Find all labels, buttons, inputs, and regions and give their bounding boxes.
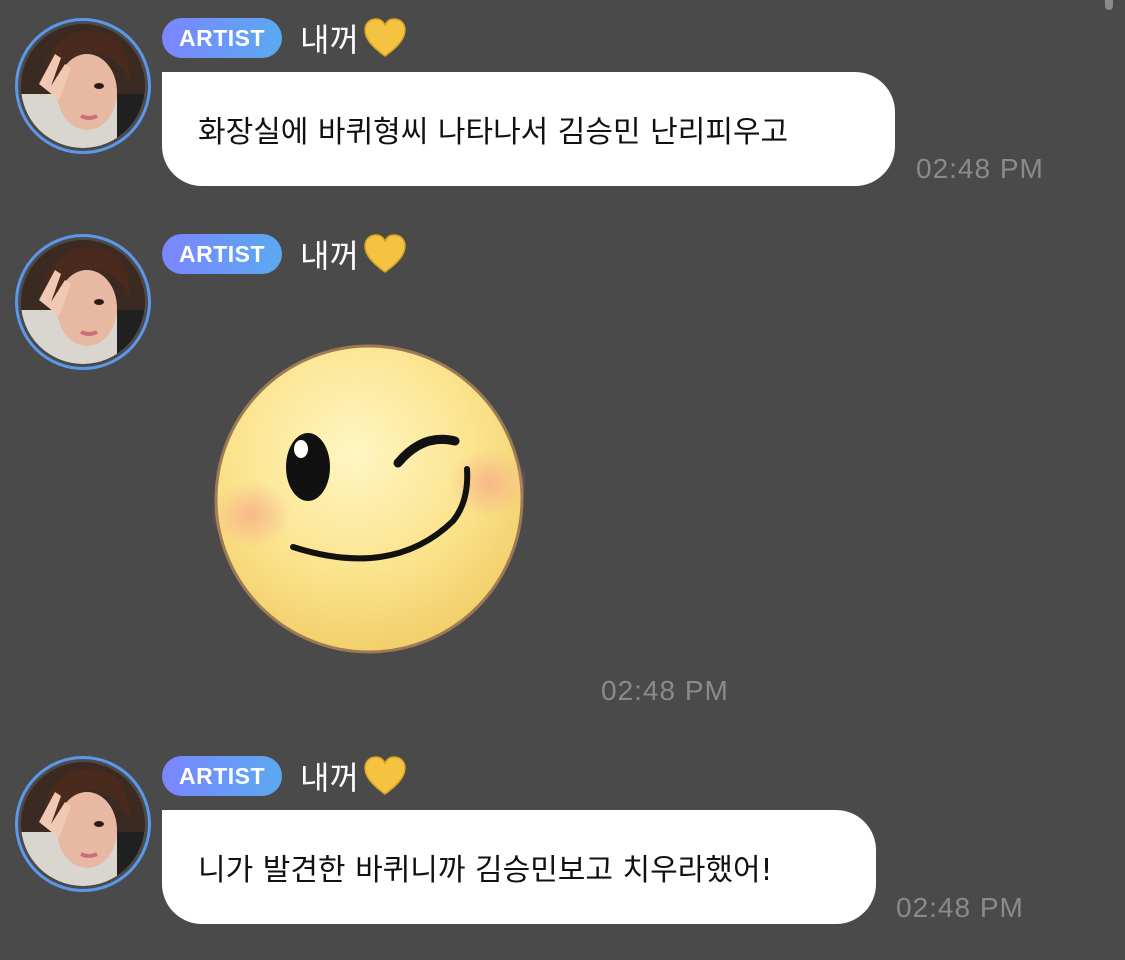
message-text: 니가 발견한 바퀴니까 김승민보고 치우라했어! [198,853,773,888]
avatar[interactable] [15,18,151,154]
avatar-photo [21,762,145,886]
artist-badge: ARTIST [162,756,282,796]
sender-name: 내꺼 [300,759,359,797]
yellow-heart-icon [364,756,406,795]
sender-name-row: 내꺼 [300,754,407,798]
avatar[interactable] [15,234,151,370]
message-timestamp: 02:48 PM [601,675,729,706]
sender-name-row: 내꺼 [300,232,407,276]
avatar-photo [21,24,145,148]
scrollbar[interactable] [1105,0,1113,10]
message-timestamp: 02:48 PM [916,153,1044,184]
avatar[interactable] [15,756,151,892]
artist-badge: ARTIST [162,234,282,274]
winking-smile-emoticon[interactable] [213,343,525,655]
message-bubble[interactable]: 화장실에 바퀴형씨 나타나서 김승민 난리피우고 [162,72,895,186]
message-bubble[interactable]: 니가 발견한 바퀴니까 김승민보고 치우라했어! [162,810,876,924]
message-timestamp: 02:48 PM [896,892,1024,923]
sender-name: 내꺼 [300,21,359,59]
yellow-heart-icon [364,234,406,273]
sender-name-row: 내꺼 [300,16,407,60]
sender-name: 내꺼 [300,237,359,275]
yellow-heart-icon [364,18,406,57]
artist-badge: ARTIST [162,18,282,58]
message-text: 화장실에 바퀴형씨 나타나서 김승민 난리피우고 [198,115,789,150]
avatar-photo [21,240,145,364]
